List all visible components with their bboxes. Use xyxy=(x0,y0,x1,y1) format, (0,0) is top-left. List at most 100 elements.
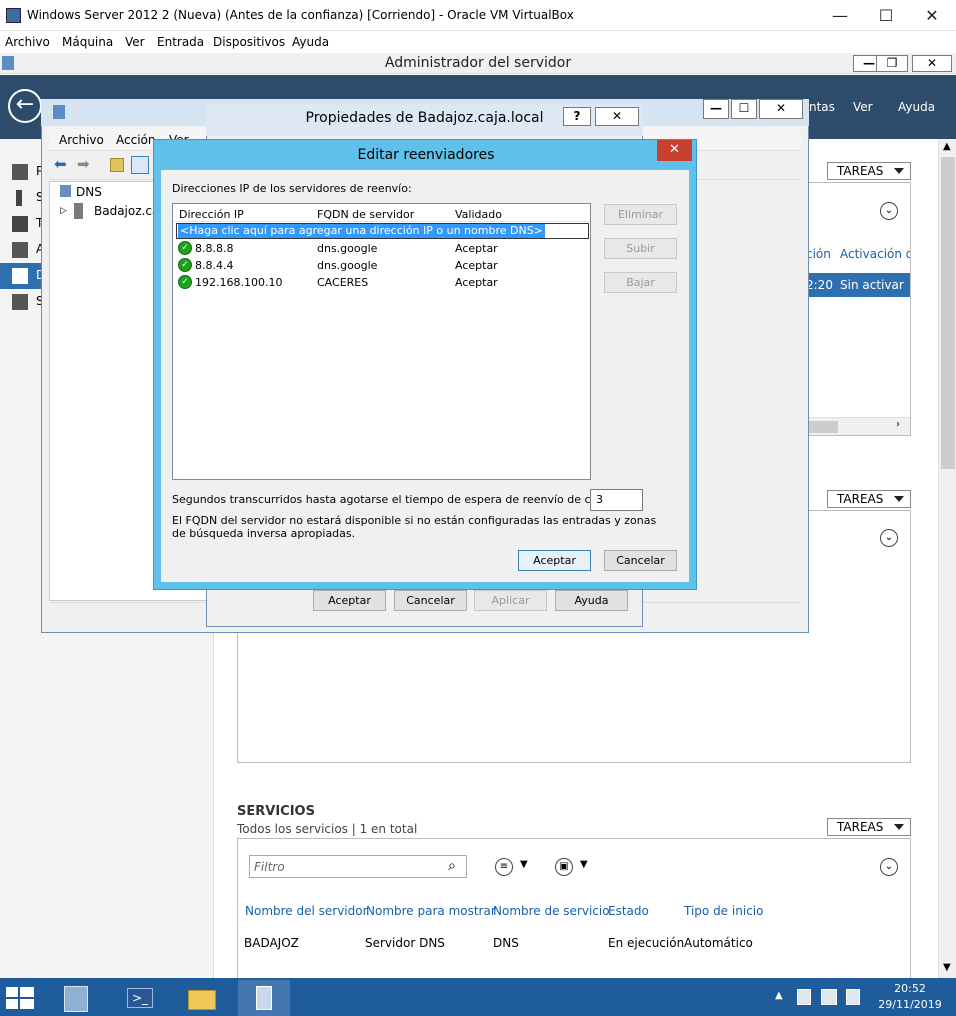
dns-manager-taskbar-icon[interactable] xyxy=(238,980,290,1016)
subir-button[interactable]: Subir xyxy=(604,238,677,259)
col-nombre-mostrar[interactable]: Nombre para mostrar xyxy=(366,904,496,918)
menu-maquina[interactable]: Máquina xyxy=(62,35,113,49)
header-menu-ayuda[interactable]: Ayuda xyxy=(898,100,935,114)
forwarder-fqdn: dns.google xyxy=(317,259,378,272)
network-icon[interactable] xyxy=(821,989,837,1005)
properties-apply-button[interactable]: Aplicar xyxy=(474,590,547,611)
maximize-button[interactable]: ☐ xyxy=(863,0,909,31)
editor-ok-button[interactable]: Aceptar xyxy=(518,550,591,571)
services-title: SERVICIOS xyxy=(237,804,315,819)
scroll-thumb[interactable] xyxy=(941,157,955,469)
minimize-button[interactable]: — xyxy=(817,0,863,31)
header-menu-herramientas[interactable]: ntas xyxy=(809,100,835,114)
menu-dispositivos[interactable]: Dispositivos xyxy=(213,35,285,49)
forwarder-ip: 8.8.8.8 xyxy=(195,242,234,255)
directory-icon xyxy=(12,242,28,258)
forward-icon[interactable]: ➡ xyxy=(77,155,90,173)
flag-icon[interactable] xyxy=(797,989,811,1005)
list-options-chevron-icon[interactable]: ▼ xyxy=(520,859,528,870)
tareas-dropdown-3[interactable]: TAREAS xyxy=(827,818,911,836)
volume-icon[interactable] xyxy=(846,989,860,1005)
tareas-dropdown-1[interactable]: TAREAS xyxy=(827,162,911,180)
col-tipo-inicio[interactable]: Tipo de inicio xyxy=(684,904,763,918)
server-manager-taskbar-icon[interactable] xyxy=(50,980,102,1016)
back-arrow-icon[interactable]: ← xyxy=(8,89,42,123)
forwarder-row[interactable]: ✓ 192.168.100.10 CACERES Aceptar xyxy=(178,274,588,291)
menu-archivo[interactable]: Archivo xyxy=(5,35,50,49)
forwarder-row[interactable]: ✓ 8.8.8.8 dns.google Aceptar xyxy=(178,240,588,257)
server-manager-titlebar: Administrador del servidor — ❐ ✕ xyxy=(0,53,956,74)
console-tree-icon[interactable] xyxy=(131,156,149,174)
dns-menu-accion[interactable]: Acción xyxy=(116,133,155,147)
vertical-scrollbar[interactable]: ▲ ▼ xyxy=(938,139,956,978)
properties-cancel-button[interactable]: Cancelar xyxy=(394,590,467,611)
servers-panel: ⌄ ción Activación de 2:20 Sin activar › xyxy=(800,182,911,436)
sm-close-button[interactable]: ✕ xyxy=(912,55,952,72)
tree-expand-icon[interactable]: ▷ xyxy=(60,206,67,216)
dns-menu-archivo[interactable]: Archivo xyxy=(59,133,104,147)
vbox-menubar: Archivo Máquina Ver Entrada Dispositivos… xyxy=(0,31,956,53)
tree-root-dns[interactable]: DNS xyxy=(76,185,102,199)
col-header-1[interactable]: ción xyxy=(806,247,831,261)
expand-chevron-icon[interactable]: ⌄ xyxy=(880,202,898,220)
dns-close-button[interactable]: ✕ xyxy=(759,99,803,119)
filter-input[interactable]: Filtro xyxy=(254,860,285,874)
dropdown-arrow-icon xyxy=(894,168,904,174)
scroll-right-icon[interactable]: › xyxy=(896,419,900,430)
clock-time[interactable]: 20:52 xyxy=(872,982,948,995)
properties-ok-button[interactable]: Aceptar xyxy=(313,590,386,611)
properties-help-button[interactable]: Ayuda xyxy=(555,590,628,611)
selected-row[interactable]: 2:20 Sin activar xyxy=(800,273,910,297)
file-explorer-taskbar-icon[interactable] xyxy=(176,980,228,1016)
expand-chevron-icon[interactable]: ⌄ xyxy=(880,529,898,547)
col-nombre-servicio[interactable]: Nombre de servicio xyxy=(493,904,610,918)
service-display-name: Servidor DNS xyxy=(365,936,445,950)
search-icon[interactable]: ⌕ xyxy=(448,858,456,874)
horizontal-scrollbar[interactable]: › xyxy=(800,417,910,435)
save-query-icon[interactable]: ▣ xyxy=(555,858,573,876)
back-icon[interactable]: ⬅ xyxy=(54,155,67,173)
clock-date[interactable]: 29/11/2019 xyxy=(872,998,948,1011)
filter-box[interactable]: Filtro ⌕ xyxy=(249,855,467,878)
col-ip[interactable]: Dirección IP xyxy=(179,208,244,221)
scroll-up-icon[interactable]: ▲ xyxy=(943,141,951,152)
properties-titlebar: Propiedades de Badajoz.caja.local ? ✕ xyxy=(206,104,643,136)
save-query-chevron-icon[interactable]: ▼ xyxy=(580,859,588,870)
close-button[interactable]: ✕ xyxy=(909,0,955,31)
header-menu-ver[interactable]: Ver xyxy=(853,100,873,114)
help-button[interactable]: ? xyxy=(563,107,591,126)
col-header-2[interactable]: Activación de xyxy=(840,247,910,261)
editor-cancel-button[interactable]: Cancelar xyxy=(604,550,677,571)
col-validated[interactable]: Validado xyxy=(455,208,502,221)
show-hidden-icons-icon[interactable]: ▲ xyxy=(775,990,783,1001)
add-forwarder-prompt[interactable]: <Haga clic aquí para agregar una direcci… xyxy=(178,224,545,238)
eliminar-button[interactable]: Eliminar xyxy=(604,204,677,225)
row-cell-1: 2:20 xyxy=(806,278,833,292)
menu-ver[interactable]: Ver xyxy=(125,35,145,49)
list-options-icon[interactable]: ≡ xyxy=(495,858,513,876)
folder-up-icon[interactable] xyxy=(110,158,124,172)
valid-check-icon: ✓ xyxy=(178,258,192,272)
edit-forwarders-close-button[interactable]: ✕ xyxy=(657,140,692,161)
server-manager-title: Administrador del servidor xyxy=(384,55,572,71)
powershell-taskbar-icon[interactable]: >_ xyxy=(114,980,166,1016)
dns-manager-icon xyxy=(53,105,65,119)
sm-restore-button[interactable]: ❐ xyxy=(876,55,908,72)
bajar-button[interactable]: Bajar xyxy=(604,272,677,293)
col-estado[interactable]: Estado xyxy=(608,904,649,918)
windows-start-icon[interactable] xyxy=(6,987,34,1009)
scroll-down-icon[interactable]: ▼ xyxy=(943,962,951,973)
dns-minimize-button[interactable]: — xyxy=(703,99,729,119)
tareas-dropdown-2[interactable]: TAREAS xyxy=(827,490,911,508)
add-forwarder-row[interactable]: <Haga clic aquí para agregar una direcci… xyxy=(176,223,589,239)
expand-chevron-icon[interactable]: ⌄ xyxy=(880,858,898,876)
forwarder-row[interactable]: ✓ 8.8.4.4 dns.google Aceptar xyxy=(178,257,588,274)
menu-ayuda[interactable]: Ayuda xyxy=(292,35,329,49)
dns-maximize-button[interactable]: ☐ xyxy=(731,99,757,119)
menu-entrada[interactable]: Entrada xyxy=(157,35,204,49)
col-fqdn[interactable]: FQDN de servidor xyxy=(317,208,414,221)
properties-close-button[interactable]: ✕ xyxy=(595,107,639,126)
col-nombre-servidor[interactable]: Nombre del servidor xyxy=(245,904,368,918)
service-status: En ejecución xyxy=(608,936,685,950)
timeout-input[interactable]: 3 xyxy=(590,489,643,511)
